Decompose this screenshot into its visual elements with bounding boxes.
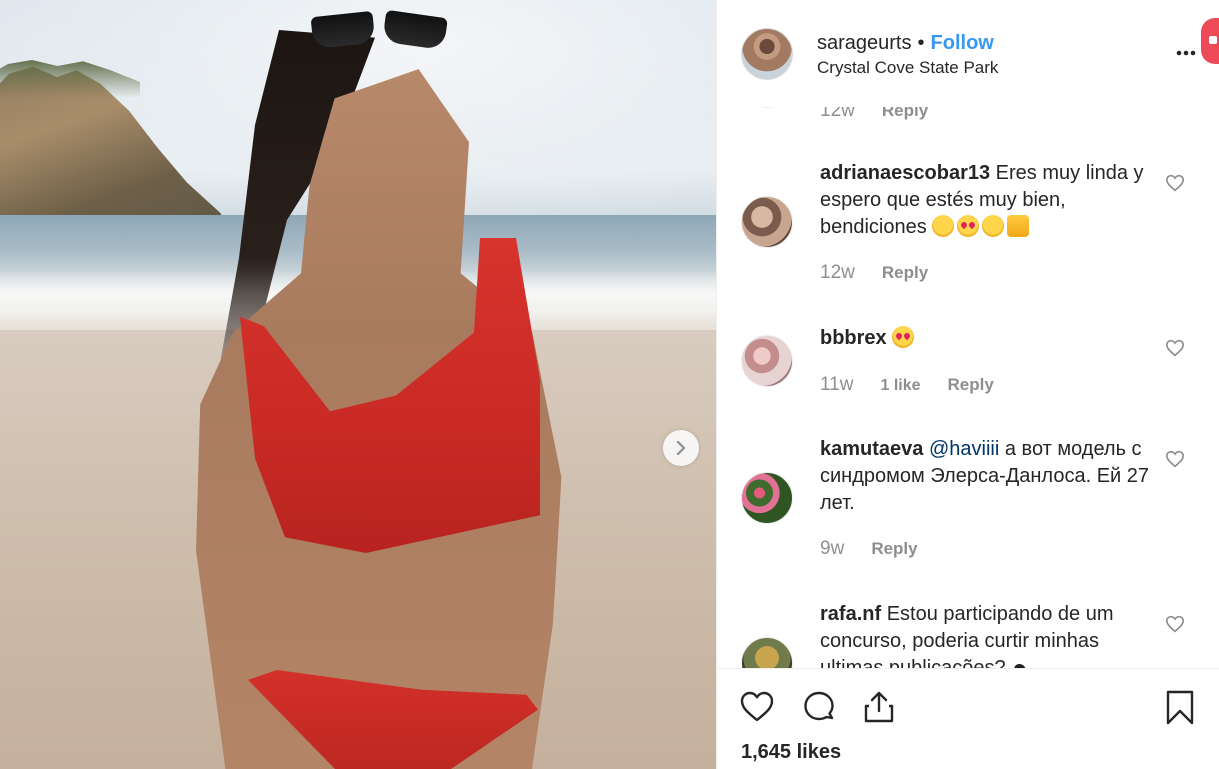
chevron-right-icon [676, 441, 686, 455]
more-horizontal-icon[interactable] [1171, 44, 1201, 62]
comment-text: kamutaeva @haviiii а вот модель с синдро… [820, 436, 1160, 517]
reply-button[interactable]: Reply [871, 539, 917, 558]
comment-meta: 12w Reply [820, 262, 928, 284]
post-location[interactable]: Crystal Cove State Park [817, 58, 998, 78]
comment-username[interactable]: bbbrex [820, 327, 887, 349]
avatar[interactable] [741, 28, 793, 80]
thumbs-up-emoji [1007, 215, 1030, 237]
heart-outline-icon[interactable] [739, 689, 775, 725]
comment-likes-count[interactable]: 1 like [880, 377, 920, 394]
post-actions: 1,645 likes [717, 668, 1219, 769]
small-heart-icon[interactable] [1165, 450, 1185, 468]
notification-tab[interactable] [1201, 18, 1219, 64]
avatar[interactable] [741, 196, 793, 248]
small-heart-icon[interactable] [1165, 339, 1185, 357]
post-side-panel: 12w Reply adrianaescobar13 Eres muy lind… [716, 0, 1219, 769]
comment-text: rafa.nf Estou participando de um concurs… [820, 601, 1160, 668]
post-author: sarageurts • Follow [817, 32, 994, 55]
comment-meta: 9w Reply [820, 538, 918, 560]
share-upload-icon[interactable] [861, 689, 897, 725]
reply-button[interactable]: Reply [882, 263, 928, 282]
author-username[interactable]: sarageurts [817, 32, 912, 54]
yum-emoji [982, 215, 1005, 237]
comment-text: adrianaescobar13 Eres muy linda y espero… [820, 160, 1160, 241]
comment-username[interactable]: kamutaeva [820, 438, 923, 460]
small-heart-icon[interactable] [1165, 174, 1185, 192]
heart-eyes-emoji [957, 215, 980, 237]
follow-button[interactable]: Follow [931, 32, 994, 54]
comment-username[interactable]: rafa.nf [820, 603, 881, 625]
comment-mention[interactable]: @haviiii [929, 438, 999, 460]
comment-username[interactable]: adrianaescobar13 [820, 162, 990, 184]
heart-eyes-emoji [892, 326, 915, 348]
avatar[interactable] [741, 637, 793, 668]
small-heart-icon[interactable] [1165, 615, 1185, 633]
photo-sunglasses [310, 9, 452, 51]
comment-meta: 11w 1 like Reply [820, 374, 994, 396]
likes-count[interactable]: 1,645 likes [741, 741, 841, 764]
avatar[interactable] [741, 472, 793, 524]
avatar[interactable] [741, 335, 793, 387]
bookmark-icon[interactable] [1162, 689, 1198, 725]
reply-button[interactable]: Reply [948, 375, 994, 394]
separator-dot: • [917, 32, 925, 54]
comment-text: bbbrex [820, 325, 1160, 352]
next-photo-button[interactable] [663, 430, 699, 466]
comment-time: 11w [820, 374, 854, 395]
post-photo [0, 0, 716, 769]
wink-kiss-emoji [932, 215, 955, 237]
post-header: sarageurts • Follow Crystal Cove State Par… [717, 0, 1219, 107]
comment-time: 12w [820, 262, 855, 283]
comment-time: 9w [820, 538, 845, 559]
comment-bubble-icon[interactable] [801, 689, 837, 725]
